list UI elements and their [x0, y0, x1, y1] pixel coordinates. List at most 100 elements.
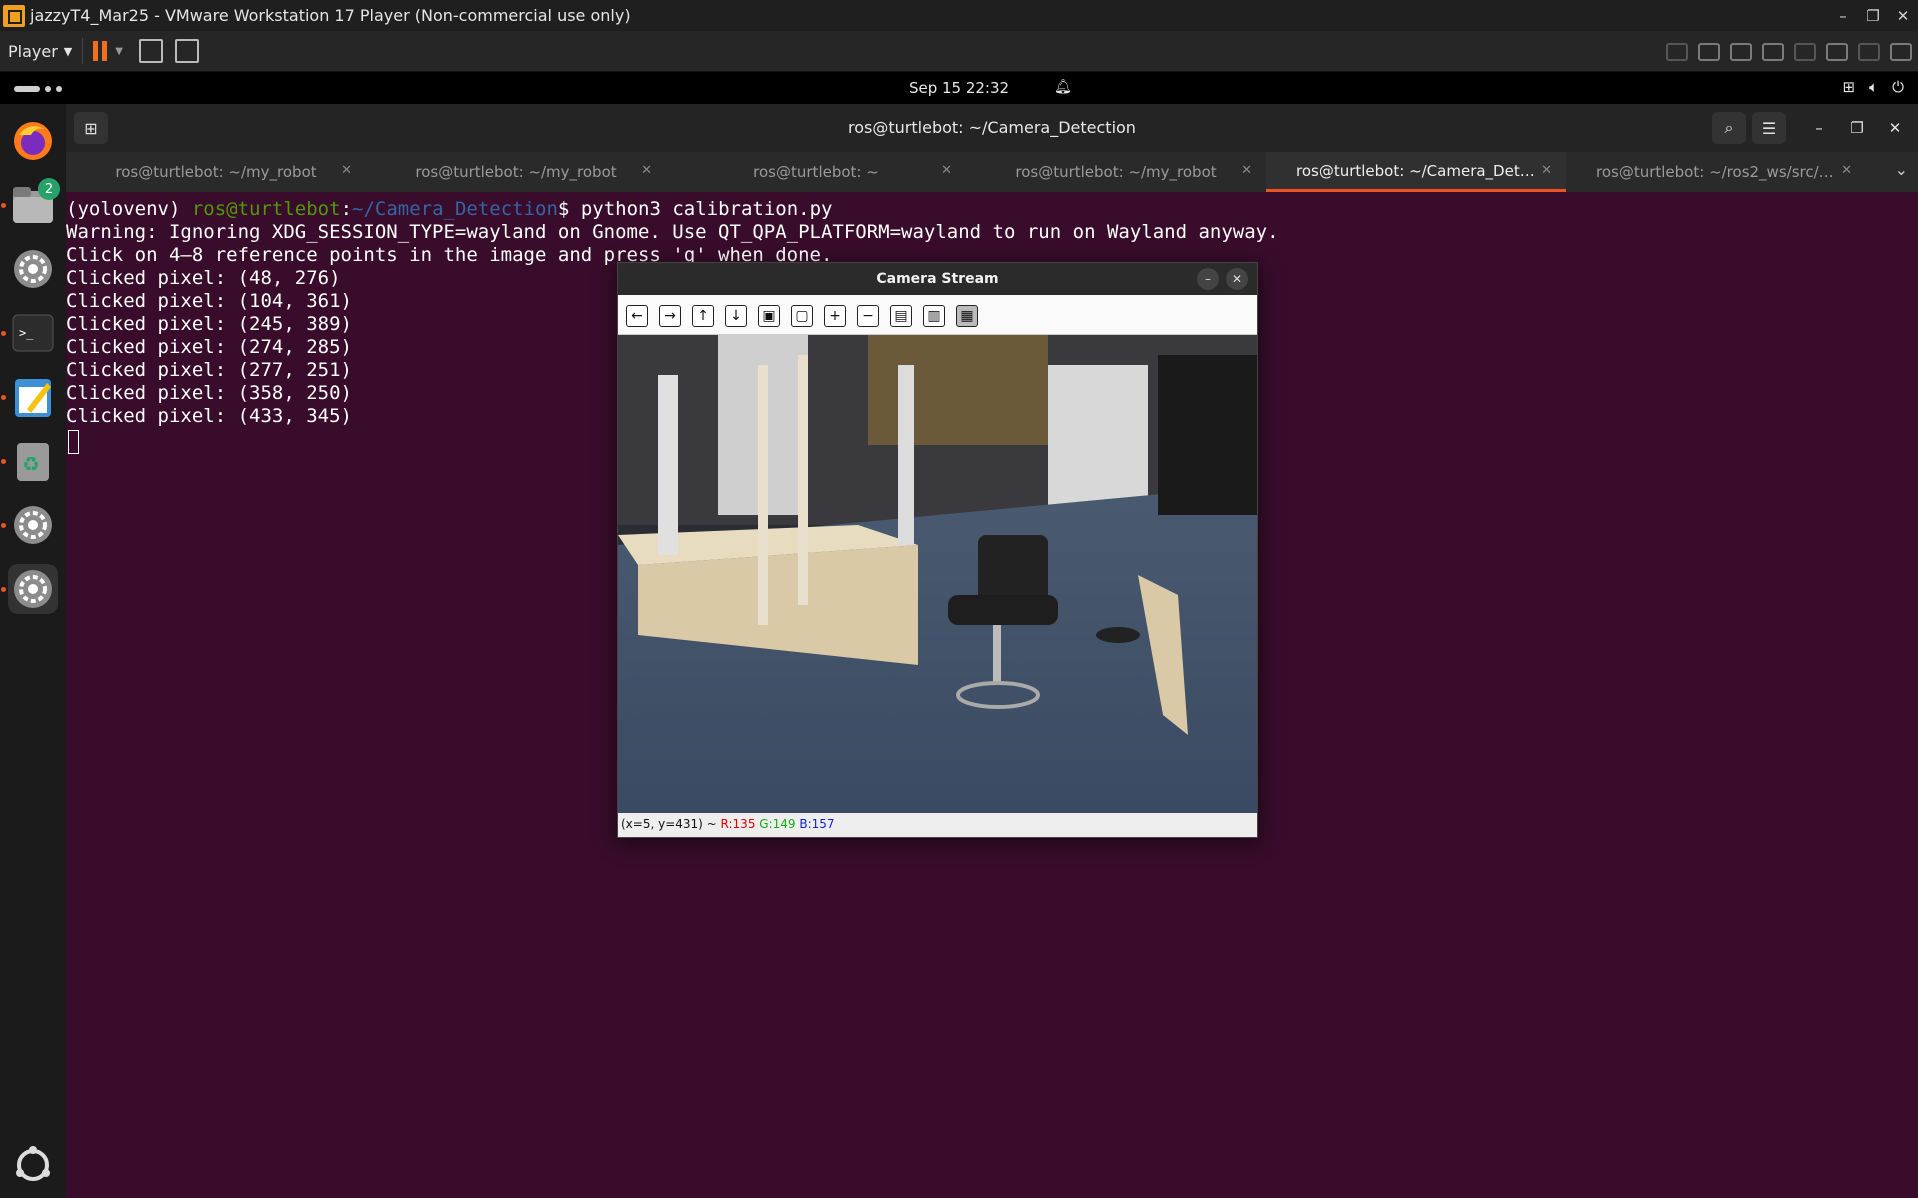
- firefox-icon[interactable]: [8, 116, 58, 166]
- toolbar-divider: [82, 38, 84, 64]
- settings-gear-icon[interactable]: [8, 564, 58, 614]
- prompt-dollar: $: [557, 198, 581, 220]
- files-badge: 2: [38, 178, 60, 200]
- network-adapter-icon[interactable]: [1730, 42, 1752, 61]
- sound-card-icon[interactable]: [1762, 42, 1784, 61]
- vmware-toolbar: Player ▼ ▼: [0, 31, 1918, 72]
- wireless-device-icon[interactable]: [1858, 42, 1880, 61]
- trash-icon[interactable]: ♻: [8, 436, 58, 486]
- svg-text:>_: >_: [19, 326, 34, 340]
- message-log-icon[interactable]: [1890, 42, 1912, 61]
- player-menu[interactable]: Player ▼: [8, 42, 72, 61]
- close-icon[interactable]: ✕: [1886, 0, 1918, 31]
- pause-icon[interactable]: [93, 41, 108, 61]
- copy-clipboard-icon[interactable]: ▥: [923, 305, 945, 327]
- terminal-tab[interactable]: ros@turtlebot: ~/my_robot ✕: [966, 152, 1266, 192]
- chevron-down-icon[interactable]: ▼: [115, 46, 123, 57]
- close-icon[interactable]: ✕: [1882, 116, 1908, 140]
- terminal-tab-bar: ros@turtlebot: ~/my_robot ✕ ros@turtlebo…: [66, 152, 1918, 192]
- search-icon[interactable]: ⌕: [1712, 112, 1746, 144]
- blue-value: B:157: [799, 817, 835, 831]
- hard-disk-icon[interactable]: [1698, 42, 1720, 61]
- maximize-icon[interactable]: ❐: [1844, 116, 1870, 140]
- output-line: Clicked pixel: (274, 285): [66, 336, 352, 358]
- network-device-icon[interactable]: [1666, 42, 1688, 61]
- fullscreen-icon[interactable]: [174, 39, 199, 63]
- close-tab-icon[interactable]: ✕: [1541, 163, 1552, 178]
- pan-right-icon[interactable]: →: [659, 305, 681, 327]
- minimize-icon[interactable]: –: [1197, 268, 1219, 290]
- prompt-path: ~/Camera_Detection: [352, 198, 558, 220]
- zoom-out-icon[interactable]: −: [857, 305, 879, 327]
- running-indicator: [1, 395, 6, 400]
- settings-gear-icon[interactable]: [8, 500, 58, 550]
- camera-image[interactable]: [618, 335, 1257, 813]
- pan-up-icon[interactable]: ↑: [692, 305, 714, 327]
- output-line: Clicked pixel: (104, 361): [66, 290, 352, 312]
- output-line: Warning: Ignoring XDG_SESSION_TYPE=wayla…: [66, 221, 1279, 243]
- running-indicator: [1, 331, 6, 336]
- zoom-in-icon[interactable]: +: [824, 305, 846, 327]
- output-line: Clicked pixel: (48, 276): [66, 267, 341, 289]
- terminal-tab-active[interactable]: ros@turtlebot: ~/Camera_Detecti... ✕: [1266, 152, 1566, 192]
- terminal-tab[interactable]: ros@turtlebot: ~/ros2_ws/src/obs... ✕: [1566, 152, 1866, 192]
- properties-icon[interactable]: ▦: [956, 305, 978, 327]
- system-tray[interactable]: ⊞ 🔈︎ ⏻: [1843, 78, 1904, 96]
- terminal-headerbar: ⊞ ros@turtlebot: ~/Camera_Detection ⌕ ☰ …: [66, 104, 1918, 152]
- clock[interactable]: Sep 15 22:32: [0, 79, 1918, 97]
- settings-gear-icon[interactable]: [8, 244, 58, 294]
- terminal-tab[interactable]: ros@turtlebot: ~/my_robot ✕: [66, 152, 366, 192]
- terminal-title: ros@turtlebot: ~/Camera_Detection: [848, 118, 1136, 137]
- save-icon[interactable]: ▤: [890, 305, 912, 327]
- usb-device-icon[interactable]: [1794, 42, 1816, 61]
- tab-label: ros@turtlebot: ~/my_robot: [115, 163, 317, 181]
- tab-label: ros@turtlebot: ~/Camera_Detecti...: [1296, 161, 1536, 180]
- chevron-down-icon: ▼: [63, 44, 73, 58]
- close-tab-icon[interactable]: ✕: [341, 163, 352, 178]
- close-tab-icon[interactable]: ✕: [1841, 163, 1852, 178]
- hamburger-menu-icon[interactable]: ☰: [1752, 112, 1786, 144]
- pan-left-icon[interactable]: ←: [626, 305, 648, 327]
- minimize-icon[interactable]: –: [1826, 0, 1860, 31]
- tab-label: ros@turtlebot: ~: [753, 163, 879, 181]
- pan-down-icon[interactable]: ↓: [725, 305, 747, 327]
- terminal-tab[interactable]: ros@turtlebot: ~ ✕: [666, 152, 966, 192]
- show-apps-icon[interactable]: [8, 1140, 58, 1190]
- running-indicator: [1, 523, 6, 528]
- camera-window-titlebar[interactable]: Camera Stream – ✕: [618, 263, 1257, 295]
- zoom-original-icon[interactable]: ▢: [791, 305, 813, 327]
- text-editor-icon[interactable]: [8, 372, 58, 422]
- camera-status-bar: (x=5, y=431) ~ R:135 G:149 B:157: [618, 813, 1257, 837]
- output-line: Clicked pixel: (245, 389): [66, 313, 352, 335]
- volume-icon: 🔈︎: [1869, 78, 1879, 96]
- power-icon: ⏻: [1892, 78, 1904, 96]
- camera-device-icon[interactable]: [1826, 42, 1848, 61]
- restore-icon[interactable]: ❐: [1856, 0, 1890, 31]
- zoom-fit-icon[interactable]: ▣: [758, 305, 780, 327]
- terminal-app-icon[interactable]: >_: [8, 308, 58, 358]
- cursor-coords: (x=5, y=431) ~: [621, 817, 721, 831]
- close-tab-icon[interactable]: ✕: [641, 163, 652, 178]
- gnome-top-panel: Sep 15 22:32 🔔︎ ⊞ 🔈︎ ⏻: [0, 72, 1918, 104]
- prompt-line: (yolovenv) ros@turtlebot:~/Camera_Detect…: [66, 198, 832, 221]
- chevron-down-icon[interactable]: ⌄: [1895, 160, 1908, 179]
- running-indicator: [1, 587, 6, 592]
- red-value: R:135: [720, 817, 756, 831]
- close-tab-icon[interactable]: ✕: [941, 163, 952, 178]
- venv-label: (yolovenv): [66, 198, 192, 220]
- terminal-tab[interactable]: ros@turtlebot: ~/my_robot ✕: [366, 152, 666, 192]
- output-line: Clicked pixel: (358, 250): [66, 382, 352, 404]
- tab-label: ros@turtlebot: ~/my_robot: [1015, 163, 1217, 181]
- tab-label: ros@turtlebot: ~/ros2_ws/src/obs...: [1596, 163, 1836, 181]
- notification-bell-icon[interactable]: 🔔︎: [1054, 79, 1072, 95]
- prompt-colon: :: [340, 198, 353, 220]
- device-status-icons: [1666, 31, 1912, 72]
- send-ctrl-alt-del-icon[interactable]: [138, 39, 163, 63]
- close-icon[interactable]: ✕: [1226, 268, 1248, 290]
- tab-label: ros@turtlebot: ~/my_robot: [415, 163, 617, 181]
- text-cursor: [68, 430, 79, 454]
- minimize-icon[interactable]: –: [1806, 116, 1832, 140]
- output-line: Clicked pixel: (277, 251): [66, 359, 352, 381]
- close-tab-icon[interactable]: ✕: [1241, 163, 1252, 178]
- network-icon: ⊞: [1842, 78, 1856, 96]
